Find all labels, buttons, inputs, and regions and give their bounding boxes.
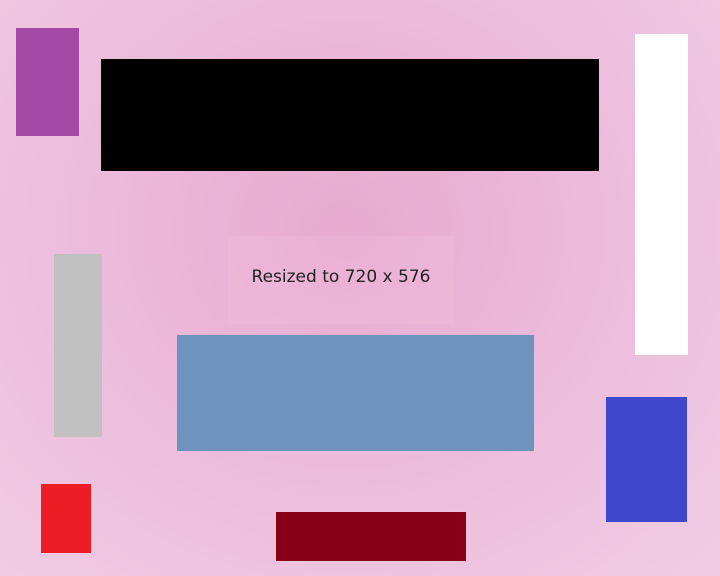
white-rectangle <box>635 34 688 355</box>
red-rectangle <box>41 484 91 553</box>
maroon-rectangle <box>276 512 466 561</box>
resize-caption: Resized to 720 x 576 <box>251 267 431 287</box>
purple-rectangle <box>16 28 79 136</box>
black-rectangle <box>101 59 599 171</box>
steel-blue-rectangle <box>177 335 534 451</box>
gray-rectangle <box>54 254 102 437</box>
caption-box: Resized to 720 x 576 <box>228 236 454 324</box>
blue-rectangle <box>606 397 687 522</box>
